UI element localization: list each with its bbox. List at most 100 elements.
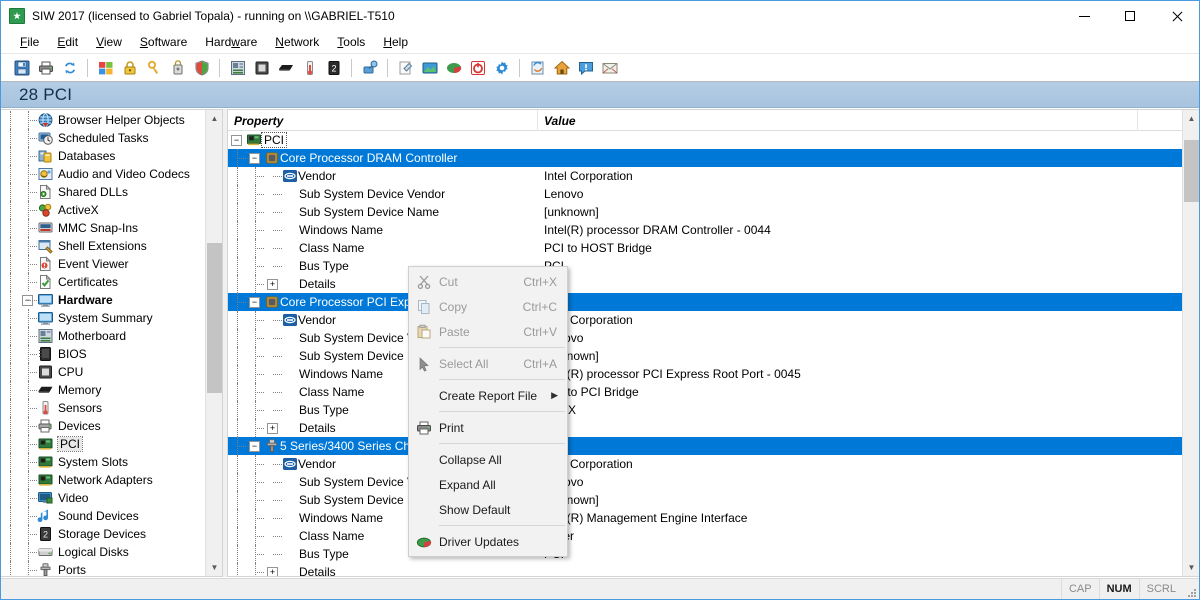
property-row[interactable]: Class NamePCI to PCI Bridge bbox=[228, 383, 1182, 401]
tree-expander-cell[interactable] bbox=[264, 509, 282, 527]
device-group-row[interactable]: −Core Processor DRAM Controller bbox=[228, 149, 1182, 167]
tree-expander-cell[interactable] bbox=[264, 383, 282, 401]
context-menu-item-collapse-all[interactable]: Collapse All bbox=[409, 447, 567, 472]
licenses-button[interactable] bbox=[142, 56, 165, 79]
sidebar-item-event-viewer[interactable]: Event Viewer bbox=[1, 255, 205, 273]
security-button[interactable] bbox=[118, 56, 141, 79]
property-row[interactable]: Sub System Device VendorLenovo bbox=[228, 473, 1182, 491]
antivirus-button[interactable] bbox=[190, 56, 213, 79]
sidebar-item-activex[interactable]: ActiveX bbox=[1, 201, 205, 219]
sidebar-item-audio-and-video-codecs[interactable]: Audio and Video Codecs bbox=[1, 165, 205, 183]
shutdown-button[interactable] bbox=[466, 56, 489, 79]
sidebar-item-sensors[interactable]: Sensors bbox=[1, 399, 205, 417]
property-row[interactable]: Sub System Device VendorLenovo bbox=[228, 329, 1182, 347]
context-menu-item-show-default[interactable]: Show Default bbox=[409, 497, 567, 522]
menu-software[interactable]: Software bbox=[131, 33, 196, 51]
sidebar-item-browser-helper-objects[interactable]: Browser Helper Objects bbox=[1, 111, 205, 129]
menu-file[interactable]: File bbox=[11, 33, 48, 51]
options-button[interactable] bbox=[490, 56, 513, 79]
sidebar-item-cpu[interactable]: CPU bbox=[1, 363, 205, 381]
device-group-row[interactable]: −Core Processor PCI Express Root Port bbox=[228, 293, 1182, 311]
sidebar-item-motherboard[interactable]: Motherboard bbox=[1, 327, 205, 345]
tree-expander-cell[interactable]: − bbox=[246, 149, 264, 167]
tree-expander-cell[interactable] bbox=[264, 491, 282, 509]
send-mail-button[interactable] bbox=[598, 56, 621, 79]
property-row[interactable]: Bus TypePCI bbox=[228, 545, 1182, 563]
property-row[interactable]: VendorIntel Corporation bbox=[228, 455, 1182, 473]
property-row[interactable]: VendorIntel Corporation bbox=[228, 167, 1182, 185]
motherboard-button[interactable] bbox=[226, 56, 249, 79]
tree-expander-icon[interactable]: − bbox=[231, 135, 242, 146]
sidebar-item-system-slots[interactable]: System Slots bbox=[1, 453, 205, 471]
details-vertical-scrollbar[interactable]: ▲ ▼ bbox=[1182, 110, 1199, 576]
details-scroll-down-button[interactable]: ▼ bbox=[1183, 559, 1199, 576]
refresh-button[interactable] bbox=[58, 56, 81, 79]
sidebar-item-memory[interactable]: Memory bbox=[1, 381, 205, 399]
tree-expander-icon[interactable]: + bbox=[267, 279, 278, 290]
sidebar-item-logical-disks[interactable]: Logical Disks bbox=[1, 543, 205, 561]
property-row[interactable]: Class NamePCI to HOST Bridge bbox=[228, 239, 1182, 257]
tree-expander-cell[interactable] bbox=[264, 221, 282, 239]
monitor-test-button[interactable] bbox=[418, 56, 441, 79]
eraser-button[interactable] bbox=[394, 56, 417, 79]
property-row[interactable]: VendorIntel Corporation bbox=[228, 311, 1182, 329]
menu-hardware[interactable]: Hardware bbox=[196, 33, 266, 51]
sidebar-item-databases[interactable]: Databases bbox=[1, 147, 205, 165]
tree-expander-cell[interactable]: + bbox=[264, 563, 282, 576]
property-row[interactable]: Windows NameIntel(R) processor DRAM Cont… bbox=[228, 221, 1182, 239]
tree-expander-icon[interactable]: − bbox=[249, 297, 260, 308]
sidebar-item-devices[interactable]: Devices bbox=[1, 417, 205, 435]
tree-expander-icon[interactable]: − bbox=[249, 153, 260, 164]
device-group-row[interactable]: −5 Series/3400 Series Chipset HECI Contr… bbox=[228, 437, 1182, 455]
tree-expander-cell[interactable] bbox=[264, 203, 282, 221]
property-row[interactable]: −PCI bbox=[228, 131, 1182, 149]
sidebar-item-mmc-snap-ins[interactable]: MMC Snap-Ins bbox=[1, 219, 205, 237]
tree-expander-cell[interactable] bbox=[264, 167, 282, 185]
tree-expander-cell[interactable] bbox=[264, 239, 282, 257]
feedback-button[interactable] bbox=[574, 56, 597, 79]
sensors-button[interactable] bbox=[298, 56, 321, 79]
menu-edit[interactable]: Edit bbox=[48, 33, 87, 51]
storage-button[interactable]: 2 bbox=[322, 56, 345, 79]
sidebar-item-shared-dlls[interactable]: Shared DLLs bbox=[1, 183, 205, 201]
tree-expander-icon[interactable]: + bbox=[267, 423, 278, 434]
menu-tools[interactable]: Tools bbox=[328, 33, 374, 51]
menu-help[interactable]: Help bbox=[374, 33, 417, 51]
property-row[interactable]: Sub System Device Name[unknown] bbox=[228, 203, 1182, 221]
operating-system-button[interactable] bbox=[94, 56, 117, 79]
network-button[interactable] bbox=[358, 56, 381, 79]
tree-expander-icon[interactable]: − bbox=[249, 441, 260, 452]
sidebar-item-ports[interactable]: Ports bbox=[1, 561, 205, 576]
tree-expander-cell[interactable] bbox=[264, 329, 282, 347]
sidebar-scroll-down-button[interactable]: ▼ bbox=[206, 559, 223, 576]
tree-expander-cell[interactable] bbox=[264, 311, 282, 329]
context-menu[interactable]: CutCtrl+XCopyCtrl+CPasteCtrl+VSelect All… bbox=[408, 266, 568, 557]
sidebar-scroll-thumb[interactable] bbox=[207, 243, 222, 393]
context-menu-item-driver-updates[interactable]: Driver Updates bbox=[409, 529, 567, 554]
details-scroll-up-button[interactable]: ▲ bbox=[1183, 110, 1199, 127]
sidebar-item-video[interactable]: Video bbox=[1, 489, 205, 507]
tree-expander-cell[interactable]: − bbox=[228, 131, 246, 149]
sidebar-item-network-adapters[interactable]: Network Adapters bbox=[1, 471, 205, 489]
tree-expander-icon[interactable]: + bbox=[267, 567, 278, 576]
tree-expander-cell[interactable]: − bbox=[246, 437, 264, 455]
tree-expander-cell[interactable]: + bbox=[264, 419, 282, 437]
tree-expander-cell[interactable]: − bbox=[19, 291, 37, 309]
sidebar-item-hardware[interactable]: −Hardware bbox=[1, 291, 205, 309]
sidebar-item-storage-devices[interactable]: 2Storage Devices bbox=[1, 525, 205, 543]
navigation-tree[interactable]: Browser Helper ObjectsScheduled TasksDat… bbox=[1, 110, 205, 576]
home-page-button[interactable] bbox=[550, 56, 573, 79]
tree-expander-cell[interactable] bbox=[264, 401, 282, 419]
tree-expander-cell[interactable] bbox=[264, 347, 282, 365]
context-menu-item-expand-all[interactable]: Expand All bbox=[409, 472, 567, 497]
tree-expander-cell[interactable] bbox=[264, 527, 282, 545]
tree-expander-cell[interactable] bbox=[264, 473, 282, 491]
close-button[interactable] bbox=[1153, 1, 1199, 31]
property-row[interactable]: Bus TypePCI-X bbox=[228, 401, 1182, 419]
tree-expander-cell[interactable] bbox=[264, 455, 282, 473]
tree-expander-cell[interactable] bbox=[264, 365, 282, 383]
menu-view[interactable]: View bbox=[87, 33, 131, 51]
resize-grip[interactable] bbox=[1183, 579, 1199, 600]
column-header-property[interactable]: Property bbox=[228, 110, 538, 131]
maximize-button[interactable] bbox=[1107, 1, 1153, 31]
